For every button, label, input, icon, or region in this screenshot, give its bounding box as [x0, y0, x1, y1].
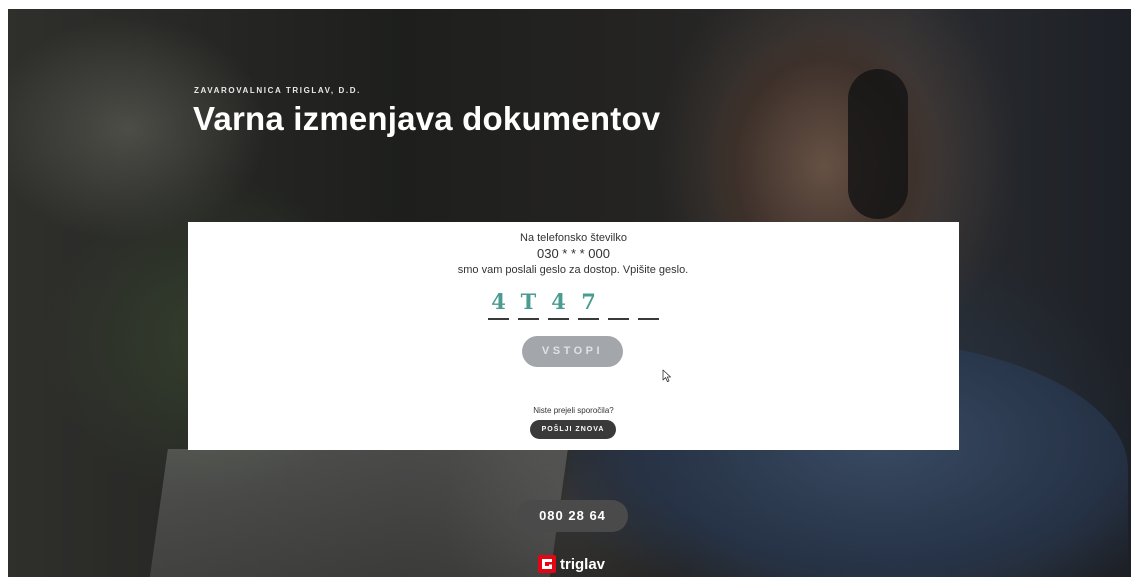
submit-button[interactable]: VSTOPI [522, 336, 623, 367]
otp-digit-2[interactable]: T [518, 288, 539, 320]
otp-digit-4[interactable]: 7 [578, 288, 599, 320]
otp-digit-3[interactable]: 4 [548, 288, 569, 320]
page-title: Varna izmenjava dokumentov [193, 100, 661, 137]
mouse-cursor-icon [662, 369, 671, 382]
contact-phone-button[interactable]: 080 28 64 [517, 500, 628, 532]
brand-name: triglav [560, 555, 606, 573]
triglav-logo-icon [538, 555, 556, 573]
triglav-logo[interactable]: triglav [538, 553, 605, 575]
company-name: ZAVAROVALNICA TRIGLAV, D.D. [194, 86, 361, 95]
headphone-photo-area [848, 69, 908, 219]
otp-digit-6[interactable] [638, 288, 659, 320]
masked-phone-number: 030 * * * 000 [536, 246, 610, 261]
otp-digit-1[interactable]: 4 [488, 288, 509, 320]
not-received-text: Niste prejeli sporočila? [533, 406, 614, 415]
otp-code-input[interactable]: 4 T 4 7 [488, 288, 659, 320]
sms-info-text: Na telefonsko številko [520, 232, 627, 244]
sms-instruction-text: smo vam poslali geslo za dostop. Vpišite… [457, 264, 689, 276]
otp-digit-5[interactable] [608, 288, 629, 320]
resend-button[interactable]: POŠLJI ZNOVA [530, 420, 616, 439]
verification-card: Na telefonsko številko 030 * * * 000 smo… [188, 222, 959, 450]
laptop-photo-area [148, 449, 568, 577]
